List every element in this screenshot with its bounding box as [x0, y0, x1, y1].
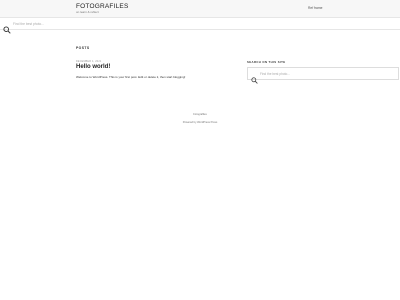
top-search-bar: [0, 17, 400, 34]
search-icon[interactable]: [251, 71, 258, 84]
sidebar-search-input[interactable]: [260, 70, 394, 78]
sidebar-search-box: [247, 67, 399, 84]
search-icon[interactable]: [3, 21, 11, 34]
header-nav-link[interactable]: Ref frame: [308, 6, 322, 10]
site-header: FOTOGRAFILES on learn & reflect Ref fram…: [0, 0, 400, 17]
post-excerpt: Welcome to WordPress. This is your first…: [76, 75, 186, 79]
top-search-input[interactable]: [13, 20, 313, 28]
post-date[interactable]: december 4, 2021: [76, 60, 101, 63]
search-widget-title: SEARCH ON THIS SITE: [247, 60, 286, 64]
site-tagline: on learn & reflect: [76, 10, 99, 14]
site-title[interactable]: FOTOGRAFILES: [76, 3, 128, 10]
footer-site-name[interactable]: Fotografiles: [0, 113, 400, 116]
posts-section-label: POSTS: [76, 46, 90, 50]
footer-powered-by[interactable]: Powered by WordPress Press: [0, 121, 400, 124]
post-title[interactable]: Hello world!: [76, 64, 110, 70]
